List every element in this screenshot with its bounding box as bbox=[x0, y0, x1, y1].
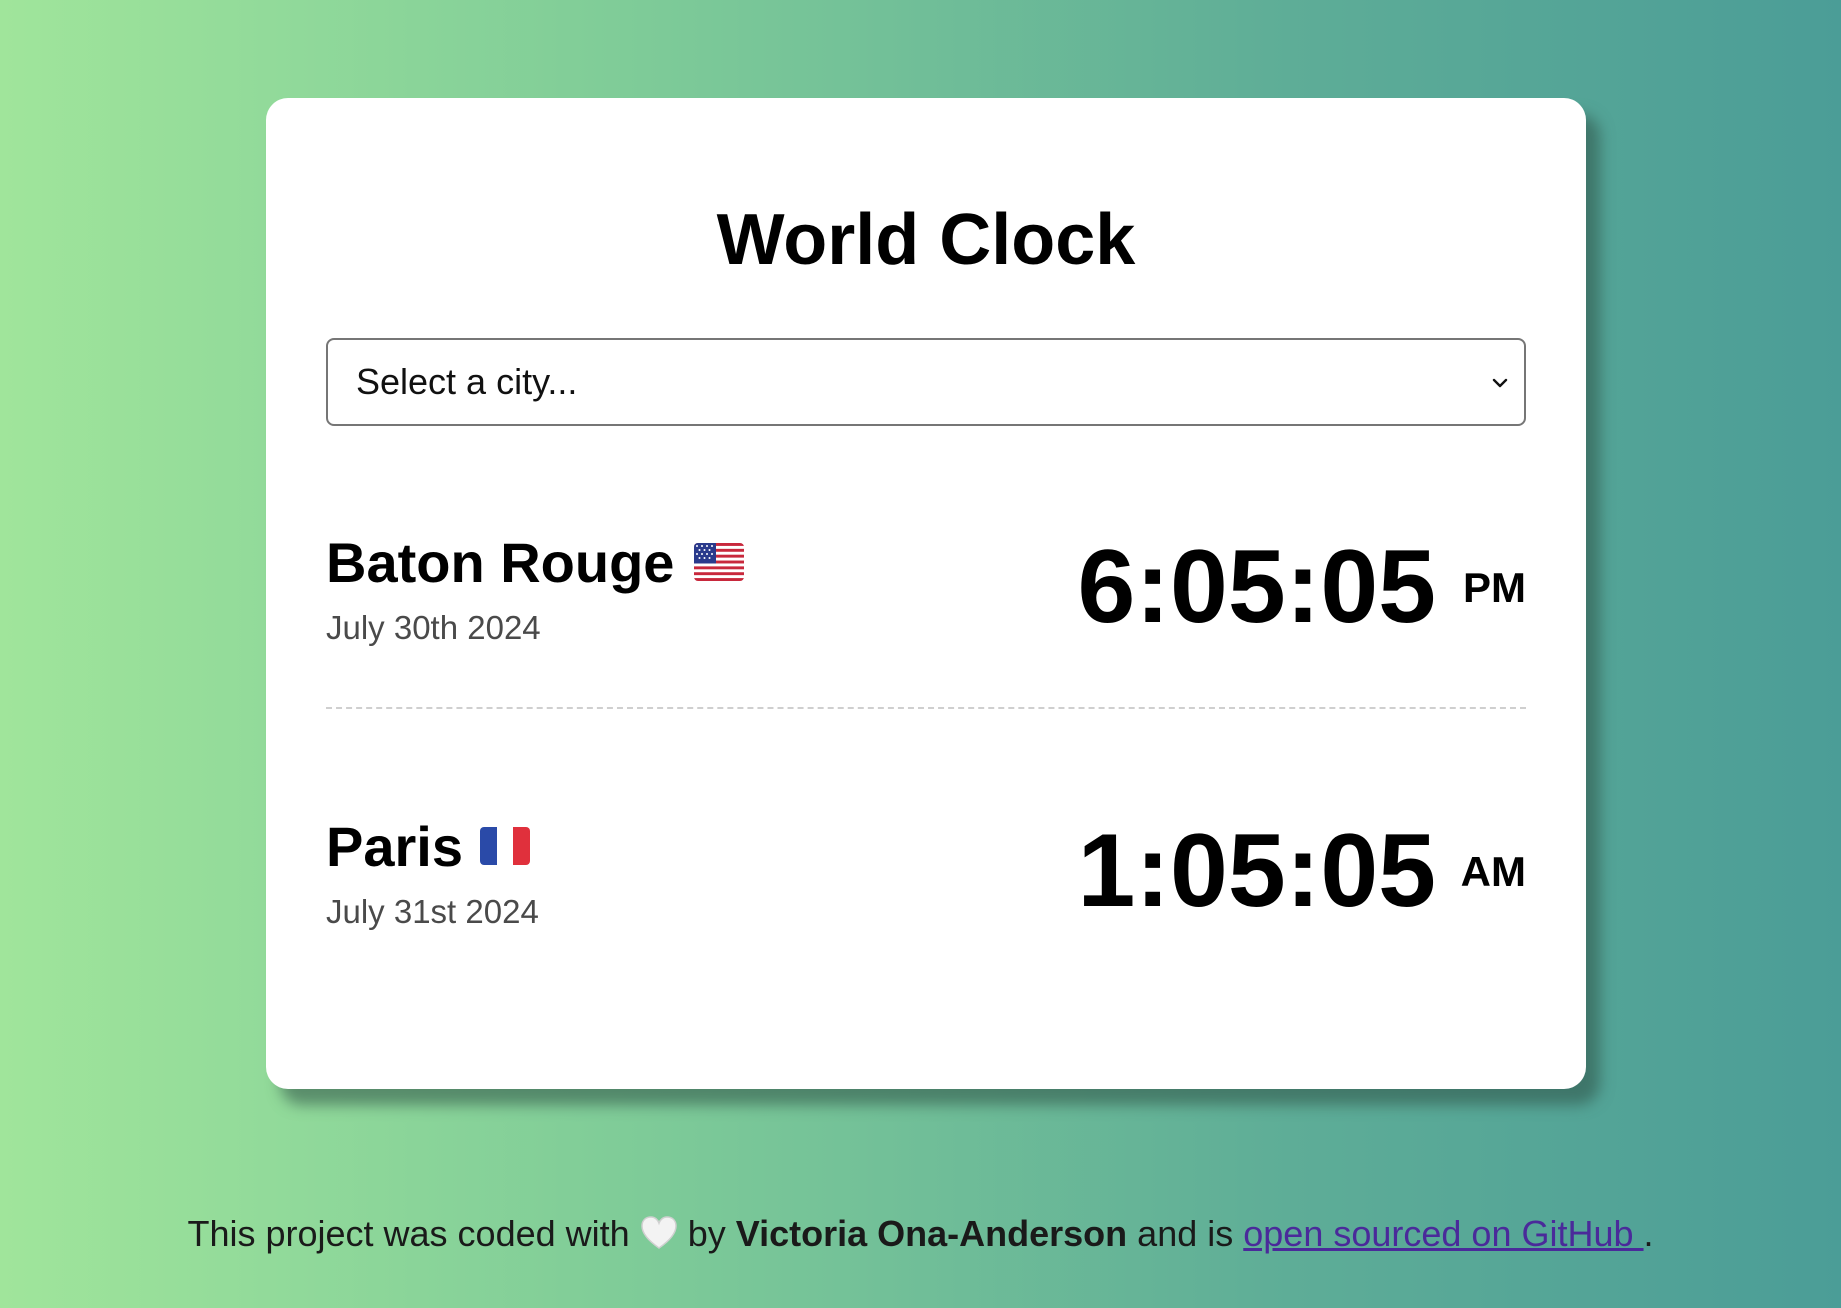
city-time-meridiem: AM bbox=[1460, 848, 1526, 895]
city-time-meridiem: PM bbox=[1463, 564, 1526, 611]
city-name: Paris bbox=[326, 815, 463, 878]
github-link[interactable]: open sourced on GitHub bbox=[1243, 1213, 1643, 1254]
footer-by: by bbox=[687, 1213, 726, 1254]
white-heart-icon bbox=[640, 1216, 677, 1250]
footer-author: Victoria Ona-Anderson bbox=[735, 1213, 1128, 1254]
page-title: World Clock bbox=[716, 200, 1136, 280]
city-time: 6:05:05 bbox=[1077, 529, 1436, 645]
footer: This project was coded with by Victoria … bbox=[0, 1212, 1841, 1256]
city-date: July 30th 2024 bbox=[326, 609, 541, 646]
world-clock-card: World Clock Select a city... Baton Rouge bbox=[266, 98, 1586, 1089]
city-select-value: Select a city... bbox=[356, 361, 578, 402]
chevron-down-icon bbox=[1492, 378, 1508, 388]
city-select-dropdown[interactable]: Select a city... bbox=[326, 338, 1526, 426]
footer-text-before: This project was coded with bbox=[187, 1213, 630, 1254]
us-flag-icon bbox=[694, 543, 744, 581]
city-name: Baton Rouge bbox=[326, 531, 675, 594]
city-time: 1:05:05 bbox=[1077, 813, 1436, 929]
france-flag-icon bbox=[480, 827, 530, 865]
city-divider bbox=[326, 707, 1526, 709]
footer-end: . bbox=[1643, 1213, 1654, 1254]
city-date: July 31st 2024 bbox=[326, 893, 539, 930]
footer-middle: and is bbox=[1137, 1213, 1234, 1254]
